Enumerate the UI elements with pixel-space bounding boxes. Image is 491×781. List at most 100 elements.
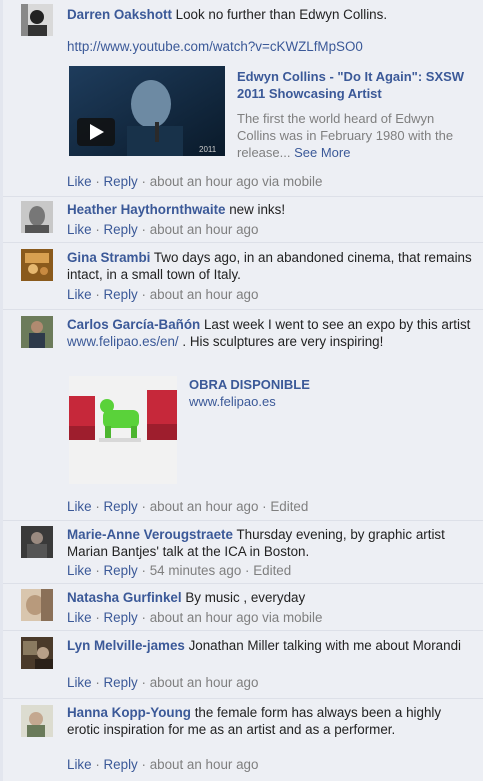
comment-body: Natasha Gurfinkel By music , everyday xyxy=(67,589,475,606)
comment-body: Lyn Melville-james Jonathan Miller talki… xyxy=(67,637,475,654)
link-preview: Edwyn Collins - "Do It Again": SXSW 2011… xyxy=(237,68,467,161)
separator: · xyxy=(95,757,100,772)
reply-link[interactable]: Reply xyxy=(104,174,138,189)
author-name[interactable]: Gina Strambi xyxy=(67,250,150,265)
comment-item: Carlos García-Bañón Last week I went to … xyxy=(3,309,483,521)
comment-body: Hanna Kopp-Young the female form has alw… xyxy=(67,704,475,738)
like-link[interactable]: Like xyxy=(67,287,92,302)
author-name[interactable]: Lyn Melville-james xyxy=(67,638,185,653)
author-name[interactable]: Heather Haythornthwaite xyxy=(67,202,225,217)
comment-text: Last week I went to see an expo by this … xyxy=(203,317,471,332)
preview-image[interactable] xyxy=(69,376,177,484)
separator: · xyxy=(141,222,146,237)
comment-actions: Like · Reply · about an hour ago via mob… xyxy=(67,173,322,190)
comment-body: Gina Strambi Two days ago, in an abandon… xyxy=(67,249,475,283)
preview-domain[interactable]: www.felipao.es xyxy=(189,393,449,410)
separator: · xyxy=(95,222,100,237)
reply-link[interactable]: Reply xyxy=(104,757,138,772)
external-link[interactable]: www.felipao.es/en/ xyxy=(67,334,179,349)
comment-text: Look no further than Edwyn Collins. xyxy=(175,7,388,22)
like-link[interactable]: Like xyxy=(67,675,92,690)
separator: · xyxy=(141,675,146,690)
preview-title[interactable]: OBRA DISPONIBLE xyxy=(189,376,449,393)
reply-link[interactable]: Reply xyxy=(104,675,138,690)
see-more-link[interactable]: See More xyxy=(294,145,350,160)
reply-link[interactable]: Reply xyxy=(104,610,138,625)
separator: · xyxy=(95,174,100,189)
comment-body: Carlos García-Bañón Last week I went to … xyxy=(67,316,475,350)
preview-description: The first the world heard of Edwyn Colli… xyxy=(237,110,467,161)
comment-body: Heather Haythornthwaite new inks! xyxy=(67,201,475,218)
comment-item: Natasha Gurfinkel By music , everyday Li… xyxy=(3,583,483,631)
timestamp[interactable]: about an hour ago xyxy=(150,757,259,772)
comment-item: Marie-Anne Verougstraete Thursday evenin… xyxy=(3,520,483,584)
comment-actions: Like · Reply · about an hour ago via mob… xyxy=(67,609,322,626)
avatar[interactable] xyxy=(21,589,53,621)
comment-actions: Like · Reply · about an hour ago xyxy=(67,674,258,691)
timestamp[interactable]: about an hour ago xyxy=(150,222,259,237)
separator: · xyxy=(262,499,267,514)
timestamp[interactable]: about an hour ago xyxy=(150,499,259,514)
edited-label[interactable]: Edited xyxy=(253,563,291,578)
comment-body: Darren Oakshott Look no further than Edw… xyxy=(67,6,475,23)
separator: · xyxy=(95,287,100,302)
timestamp[interactable]: about an hour ago via mobile xyxy=(150,610,323,625)
avatar[interactable] xyxy=(21,637,53,669)
reply-link[interactable]: Reply xyxy=(104,563,138,578)
comment-item: Hanna Kopp-Young the female form has alw… xyxy=(3,698,483,781)
comment-text: Jonathan Miller talking with me about Mo… xyxy=(188,638,461,653)
comment-text: new inks! xyxy=(229,202,286,217)
comment-actions: Like · Reply · about an hour ago xyxy=(67,286,258,303)
like-link[interactable]: Like xyxy=(67,222,92,237)
link-preview: OBRA DISPONIBLE www.felipao.es xyxy=(189,376,449,410)
comment-item: Gina Strambi Two days ago, in an abandon… xyxy=(3,242,483,310)
timestamp[interactable]: about an hour ago via mobile xyxy=(150,174,323,189)
like-link[interactable]: Like xyxy=(67,563,92,578)
comment-item: Lyn Melville-james Jonathan Miller talki… xyxy=(3,630,483,699)
timestamp[interactable]: about an hour ago xyxy=(150,675,259,690)
comment-url-row: http://www.youtube.com/watch?v=cKWZLfMpS… xyxy=(67,38,475,55)
timestamp[interactable]: about an hour ago xyxy=(150,287,259,302)
author-name[interactable]: Hanna Kopp-Young xyxy=(67,705,191,720)
separator: · xyxy=(95,675,100,690)
avatar[interactable] xyxy=(21,249,53,281)
comment-feed: Darren Oakshott Look no further than Edw… xyxy=(0,0,483,781)
comment-actions: Like · Reply · about an hour ago · Edite… xyxy=(67,498,308,515)
author-name[interactable]: Carlos García-Bañón xyxy=(67,317,200,332)
avatar[interactable] xyxy=(21,4,53,36)
reply-link[interactable]: Reply xyxy=(104,222,138,237)
avatar[interactable] xyxy=(21,316,53,348)
reply-link[interactable]: Reply xyxy=(104,287,138,302)
like-link[interactable]: Like xyxy=(67,499,92,514)
like-link[interactable]: Like xyxy=(67,757,92,772)
avatar[interactable] xyxy=(21,201,53,233)
comment-actions: Like · Reply · 54 minutes ago · Edited xyxy=(67,562,291,579)
comment-item: Heather Haythornthwaite new inks! Like ·… xyxy=(3,196,483,243)
author-name[interactable]: Natasha Gurfinkel xyxy=(67,590,182,605)
author-name[interactable]: Marie-Anne Verougstraete xyxy=(67,527,233,542)
edited-label[interactable]: Edited xyxy=(270,499,308,514)
comment-actions: Like · Reply · about an hour ago xyxy=(67,221,258,238)
separator: · xyxy=(141,174,146,189)
separator: · xyxy=(95,563,100,578)
video-thumbnail[interactable]: 2011 xyxy=(69,66,225,156)
comment-text: . His sculptures are very inspiring! xyxy=(182,334,384,349)
reply-link[interactable]: Reply xyxy=(104,499,138,514)
avatar[interactable] xyxy=(21,705,53,737)
like-link[interactable]: Like xyxy=(67,610,92,625)
preview-title[interactable]: Edwyn Collins - "Do It Again": SXSW 2011… xyxy=(237,68,467,102)
youtube-link[interactable]: http://www.youtube.com/watch?v=cKWZLfMpS… xyxy=(67,39,363,54)
separator: · xyxy=(141,757,146,772)
comment-text: By music , everyday xyxy=(185,590,306,605)
separator: · xyxy=(95,610,100,625)
thumb-caption: 2011 xyxy=(199,145,217,154)
separator: · xyxy=(95,499,100,514)
comment-item: Darren Oakshott Look no further than Edw… xyxy=(3,0,483,197)
like-link[interactable]: Like xyxy=(67,174,92,189)
timestamp[interactable]: 54 minutes ago xyxy=(150,563,242,578)
author-name[interactable]: Darren Oakshott xyxy=(67,7,172,22)
comment-actions: Like · Reply · about an hour ago xyxy=(67,756,258,773)
avatar[interactable] xyxy=(21,526,53,558)
separator: · xyxy=(245,563,250,578)
comment-body: Marie-Anne Verougstraete Thursday evenin… xyxy=(67,526,475,560)
